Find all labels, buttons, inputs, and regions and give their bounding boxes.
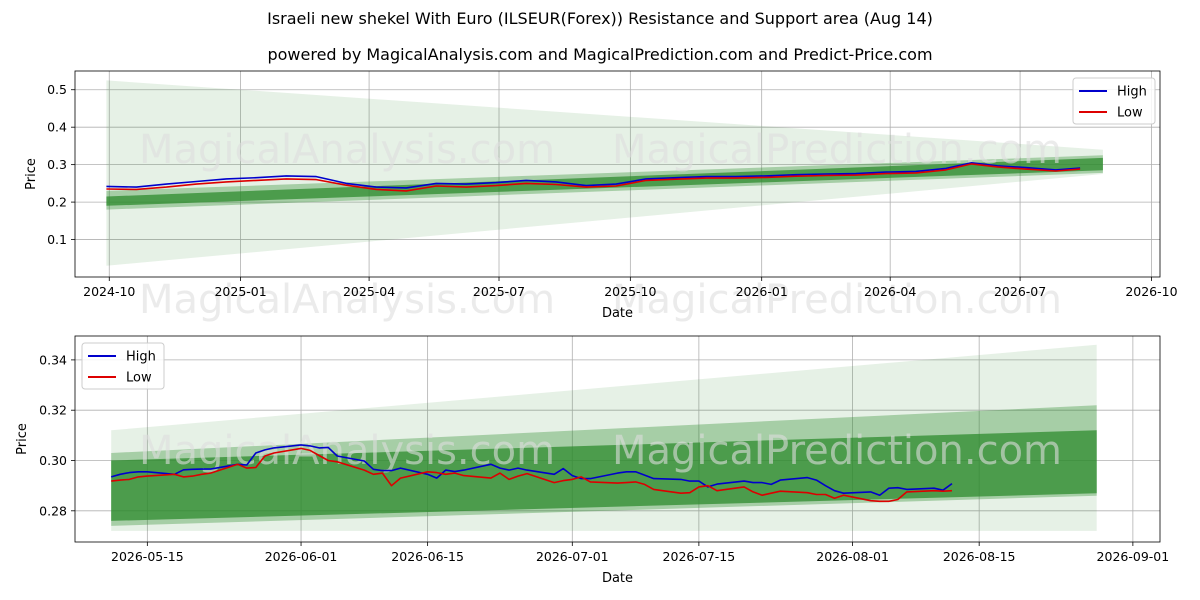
x-tick-label: 2026-08-01 (816, 549, 889, 564)
x-tick-label: 2026-04 (864, 284, 916, 299)
x-axis-label: Date (602, 571, 633, 586)
watermark-text: MagicalPrediction.com (612, 428, 1062, 474)
x-tick-label: 2026-06-01 (265, 549, 338, 564)
x-tick-label: 2026-05-15 (111, 549, 184, 564)
x-tick-label: 2026-07-01 (536, 549, 609, 564)
x-tick-label: 2026-10 (1125, 284, 1177, 299)
y-tick-label: 0.34 (39, 352, 67, 367)
y-tick-label: 0.30 (39, 453, 67, 468)
x-axis-label: Date (602, 306, 633, 321)
x-tick-label: 2025-10 (604, 284, 656, 299)
chart-2: MagicalAnalysis.com MagicalPrediction.com… (15, 335, 1170, 586)
legend-label-high: High (1117, 85, 1147, 100)
chart-1: MagicalAnalysis.com MagicalPrediction.com… (24, 70, 1178, 323)
legend: High Low (81, 342, 165, 390)
y-tick-label: 0.5 (47, 82, 67, 97)
watermark-text: MagicalAnalysis.com (139, 127, 555, 173)
x-tick-label: 2024-10 (83, 284, 135, 299)
x-tick-label: 2026-08-15 (943, 549, 1016, 564)
legend-label-low: Low (126, 371, 152, 386)
x-tick-label: 2026-07 (994, 284, 1046, 299)
x-tick-label: 2025-07 (473, 284, 525, 299)
x-tick-label: 2026-09-01 (1097, 549, 1170, 564)
legend: High Low (1072, 77, 1156, 125)
x-tick-label: 2026-07-15 (663, 549, 736, 564)
x-tick-label: 2025-04 (343, 284, 395, 299)
x-tick-label: 2026-01 (736, 284, 788, 299)
y-tick-label: 0.3 (47, 157, 67, 172)
legend-label-low: Low (1117, 106, 1143, 121)
x-tick-label: 2026-06-15 (391, 549, 464, 564)
y-tick-label: 0.28 (39, 503, 67, 518)
y-tick-label: 0.2 (47, 195, 67, 210)
y-tick-label: 0.4 (47, 120, 67, 135)
watermark-text: MagicalAnalysis.com (139, 428, 555, 474)
y-tick-label: 0.1 (47, 232, 67, 247)
charts-canvas: MagicalAnalysis.com MagicalPrediction.com… (15, 70, 1178, 586)
y-tick-label: 0.32 (39, 403, 67, 418)
x-tick-label: 2025-01 (214, 284, 266, 299)
legend-label-high: High (126, 350, 156, 365)
y-axis-label: Price (15, 423, 30, 455)
y-axis-label: Price (24, 158, 39, 190)
